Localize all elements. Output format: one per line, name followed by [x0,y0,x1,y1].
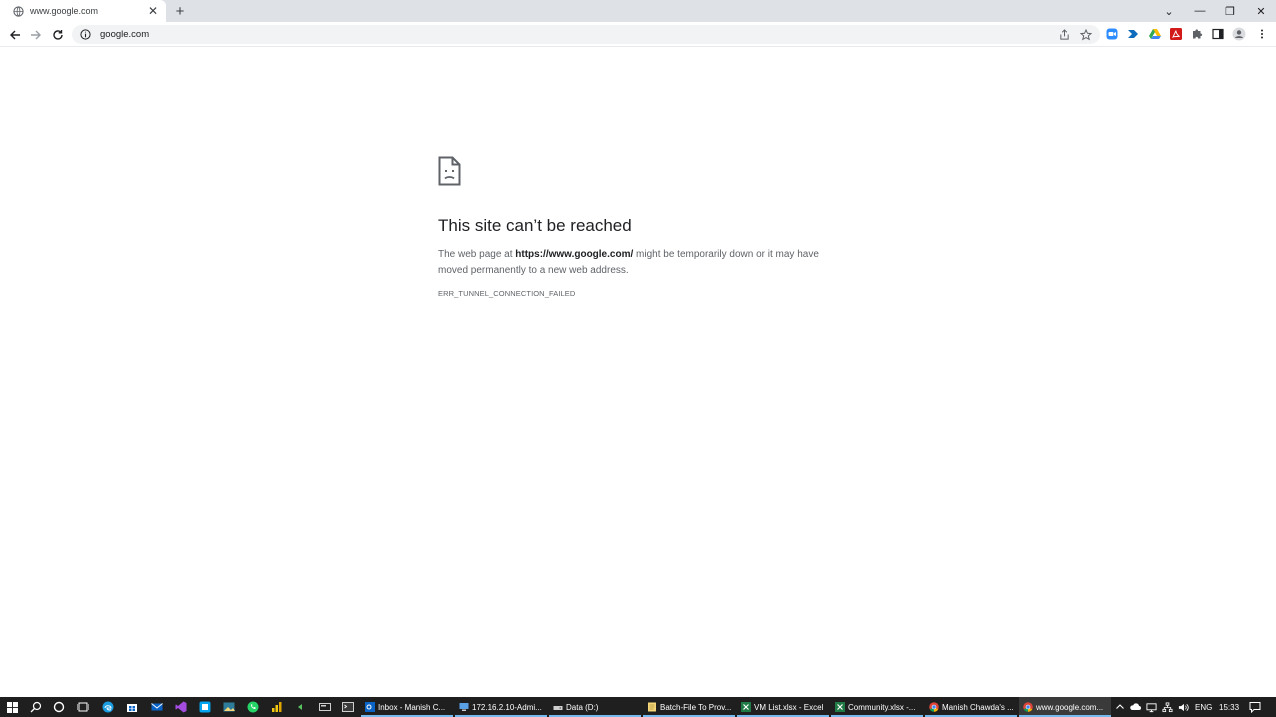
taskbar-app-data-drive[interactable]: Data (D:) [549,697,641,717]
tab-close-icon[interactable]: ✕ [146,4,160,18]
app-dot-icon[interactable] [294,700,308,714]
remote-desktop-icon [459,702,469,712]
photos-icon[interactable] [222,700,236,714]
address-bar[interactable]: google.com [72,25,1100,44]
volume-icon[interactable] [1176,700,1190,714]
taskbar-app-label: Inbox - Manish C... [378,702,446,712]
outlook-icon [365,702,375,712]
reload-icon [52,29,63,40]
teams-app-icon[interactable] [198,700,212,714]
arrow-left-icon [9,30,20,39]
error-description: The web page at https://www.google.com/ … [438,247,838,279]
notepad-icon [647,702,657,712]
taskbar-app-label: Manish Chawda's ... [942,702,1014,712]
tab-strip: www.google.com ✕ + ⌄ — ❐ ✕ [0,0,1276,22]
google-drive-extension-icon[interactable] [1148,27,1162,41]
share-icon[interactable] [1057,27,1072,42]
arrow-right-icon [30,30,41,39]
taskbar-app-chrome-profile[interactable]: Manish Chawda's ... [925,697,1017,717]
onedrive-cloud-icon[interactable] [1128,700,1142,714]
back-button[interactable] [6,26,23,43]
chrome-icon [1023,702,1033,712]
display-icon[interactable] [1144,700,1158,714]
address-url[interactable]: google.com [100,29,1100,40]
tab-search-chevron-down-icon[interactable]: ⌄ [1155,0,1183,22]
error-code: ERR_TUNNEL_CONNECTION_FAILED [438,289,576,298]
task-view-icon[interactable] [76,700,90,714]
error-container: This site can’t be reached The web page … [438,156,838,298]
taskbar-app-excel-vm-list[interactable]: VM List.xlsx - Excel [737,697,829,717]
zoom-extension-icon[interactable] [1105,27,1119,41]
network-manager-icon[interactable] [318,700,332,714]
taskbar-app-label: www.google.com... [1036,702,1104,712]
taskbar-app-remote-desktop[interactable]: 172.16.2.10-Admi... [455,697,547,717]
visual-studio-icon[interactable] [174,700,188,714]
power-bi-icon[interactable] [270,700,284,714]
adobe-acrobat-extension-icon[interactable] [1169,27,1183,41]
bookmark-star-icon[interactable] [1078,27,1093,42]
side-panel-icon[interactable] [1211,27,1225,41]
close-window-button[interactable]: ✕ [1247,0,1275,22]
sad-document-icon [438,156,462,186]
excel-icon [835,702,845,712]
network-icon[interactable] [1160,700,1174,714]
drive-icon [553,702,563,712]
page-content: This site can’t be reached The web page … [0,48,1276,697]
new-tab-button[interactable]: + [172,3,188,20]
info-icon[interactable] [79,29,91,41]
minimize-button[interactable]: — [1186,0,1214,22]
taskbar-app-label: Batch-File To Prov... [660,702,732,712]
forward-button[interactable] [27,26,44,43]
error-url: https://www.google.com/ [515,249,634,260]
taskbar-app-chrome-google[interactable]: www.google.com... [1019,697,1111,717]
taskbar-app-outlook[interactable]: Inbox - Manish C... [361,697,453,717]
windows-taskbar: Inbox - Manish C... 172.16.2.10-Admi... … [0,697,1276,717]
tab-google[interactable]: www.google.com ✕ [0,0,166,22]
tab-title: www.google.com [30,6,99,16]
edge-icon[interactable] [101,700,115,714]
language-indicator[interactable]: ENG [1195,697,1212,717]
chrome-icon [929,702,939,712]
taskbar-app-label: Community.xlsx -... [848,702,916,712]
windows-start-icon[interactable] [5,700,19,714]
store-icon[interactable] [125,700,139,714]
search-icon[interactable] [29,700,43,714]
error-title: This site can’t be reached [438,216,632,235]
taskbar-app-label: Data (D:) [566,702,599,712]
excel-icon [741,702,751,712]
whatsapp-icon[interactable] [246,700,260,714]
browser-toolbar: google.com [0,22,1276,47]
clock[interactable]: 15:33 [1219,697,1239,717]
tray-chevron-up-icon[interactable] [1113,700,1127,714]
mail-icon[interactable] [150,700,164,714]
reload-button[interactable] [49,26,66,43]
restore-button[interactable]: ❐ [1216,0,1244,22]
taskbar-app-excel-community[interactable]: Community.xlsx -... [831,697,923,717]
taskbar-app-notepad[interactable]: Batch-File To Prov... [643,697,735,717]
extensions-puzzle-icon[interactable] [1190,27,1204,41]
terminal-icon[interactable] [341,700,355,714]
cortana-icon[interactable] [52,700,66,714]
taskbar-app-label: VM List.xlsx - Excel [754,702,824,712]
taskbar-app-label: 172.16.2.10-Admi... [472,702,542,712]
profile-avatar-icon[interactable] [1232,27,1246,41]
globe-icon [12,5,24,17]
error-description-prefix: The web page at [438,249,516,260]
notification-center-icon[interactable] [1248,700,1262,714]
kebab-menu-icon[interactable] [1255,27,1269,41]
power-automate-extension-icon[interactable] [1126,27,1140,41]
